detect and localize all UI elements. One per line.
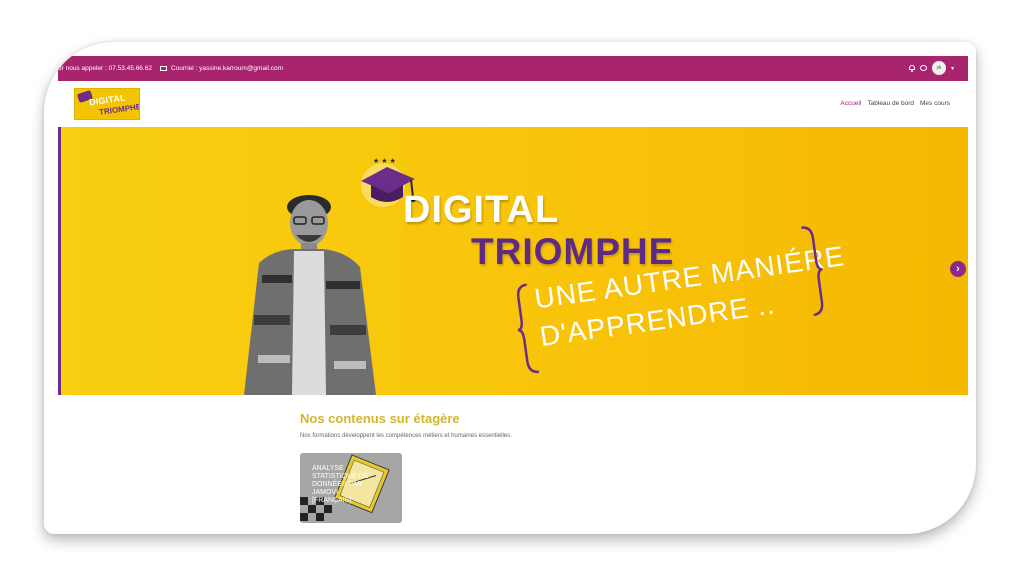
banner-word-digital: DIGITAL	[403, 189, 560, 231]
svg-text:★ ★ ★: ★ ★ ★	[373, 157, 396, 165]
chevron-down-icon[interactable]: ▾	[951, 65, 954, 72]
chat-icon[interactable]	[919, 65, 927, 71]
course-title: ANALYSE STATISTIQUE DE DONNÉES PAR JAMOV…	[312, 465, 369, 504]
nav-home[interactable]: Accueil	[840, 100, 861, 107]
chevron-right-icon[interactable]: ›	[950, 261, 966, 277]
avatar[interactable]: yk	[931, 61, 946, 75]
section-subtitle: Nos formations développent les compétenc…	[300, 433, 512, 439]
site-logo[interactable]: DIGITAL TRIOMPHE	[74, 88, 140, 120]
nav-my-courses[interactable]: Mes cours	[920, 100, 950, 107]
nav-links: Accueil Tableau de bord Mes cours	[840, 100, 950, 107]
screenshot-frame: ur nous appeler : 07.53.45.66.62 Courrie…	[44, 42, 976, 534]
section-title: Nos contenus sur étagère	[300, 411, 460, 426]
main-navbar: DIGITAL TRIOMPHE Accueil Tableau de bord…	[58, 81, 968, 127]
banner-edge	[58, 127, 61, 395]
envelope-icon	[159, 66, 167, 71]
bell-icon[interactable]	[908, 64, 915, 72]
browser-viewport: ur nous appeler : 07.53.45.66.62 Courrie…	[58, 56, 968, 534]
course-card[interactable]: ANALYSE STATISTIQUE DE DONNÉES PAR JAMOV…	[300, 453, 402, 523]
phone-text: ur nous appeler : 07.53.45.66.62	[58, 65, 152, 72]
person-image	[244, 195, 376, 395]
email-text: Courriel : yassine.karroum@gmail.com	[170, 65, 284, 72]
top-contact-bar: ur nous appeler : 07.53.45.66.62 Courrie…	[58, 56, 968, 81]
hero-carousel: ★ ★ ★ DIGITAL TRIOMPHE UNE AUTRE MANIÉRE…	[58, 127, 968, 395]
contact-info: ur nous appeler : 07.53.45.66.62 Courrie…	[58, 65, 283, 72]
user-tools: yk ▾	[908, 61, 954, 75]
nav-dashboard[interactable]: Tableau de bord	[867, 100, 914, 107]
